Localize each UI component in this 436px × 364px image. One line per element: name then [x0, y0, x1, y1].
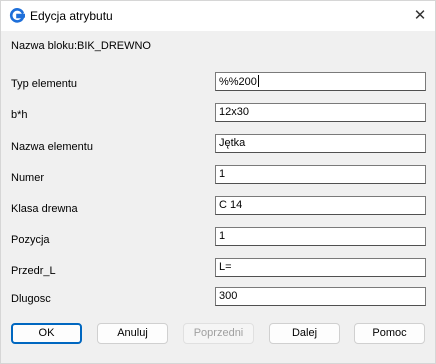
attribute-label-nazwa-elementu: Nazwa elementu	[11, 141, 93, 153]
attribute-label-bh: b*h	[11, 109, 28, 121]
window-title: Edycja atrybutu	[30, 9, 113, 23]
attribute-field-nazwa-elementu[interactable]: Jętka	[215, 134, 426, 153]
attribute-field-numer[interactable]: 1	[215, 165, 426, 184]
close-icon: ✕	[413, 7, 427, 24]
attribute-value: %%200	[219, 76, 257, 88]
attribute-label-przedr-l: Przedr_L	[11, 265, 56, 277]
edit-attribute-dialog: Edycja atrybutu ✕ Nazwa bloku:BIK_DREWNO…	[0, 0, 436, 364]
attribute-field-klasa-drewna[interactable]: C 14	[215, 196, 426, 215]
cancel-button[interactable]: Anuluj	[97, 323, 168, 344]
text-caret	[257, 75, 259, 87]
attribute-value: 300	[219, 290, 238, 302]
help-button[interactable]: Pomoc	[354, 323, 425, 344]
attribute-field-bh[interactable]: 12x30	[215, 103, 426, 122]
ok-button[interactable]: OK	[11, 323, 82, 344]
app-logo-icon	[9, 8, 26, 24]
close-button[interactable]: ✕	[405, 1, 435, 31]
next-button[interactable]: Dalej	[269, 323, 340, 344]
attribute-field-przedr-l[interactable]: L=	[215, 258, 426, 277]
attribute-value: Jętka	[219, 137, 246, 149]
attribute-value: L=	[219, 261, 232, 273]
previous-button: Poprzedni	[183, 323, 254, 344]
attribute-value: 1	[219, 168, 226, 180]
attribute-label-typ-elementu: Typ elementu	[11, 78, 78, 90]
attribute-value: 12x30	[219, 106, 249, 118]
attribute-field-dlugosc[interactable]: 300	[215, 287, 426, 306]
attribute-label-dlugosc: Dlugosc	[11, 293, 51, 305]
block-name-label: Nazwa bloku:BIK_DREWNO	[11, 40, 151, 52]
attribute-value: C 14	[219, 199, 243, 211]
attribute-value: 1	[219, 230, 226, 242]
attribute-label-pozycja: Pozycja	[11, 234, 50, 246]
attribute-label-numer: Numer	[11, 172, 45, 184]
title-bar: Edycja atrybutu ✕	[1, 1, 435, 31]
attribute-field-pozycja[interactable]: 1	[215, 227, 426, 246]
attribute-field-typ-elementu[interactable]: %%200	[215, 72, 426, 91]
attribute-label-klasa-drewna: Klasa drewna	[11, 203, 78, 215]
